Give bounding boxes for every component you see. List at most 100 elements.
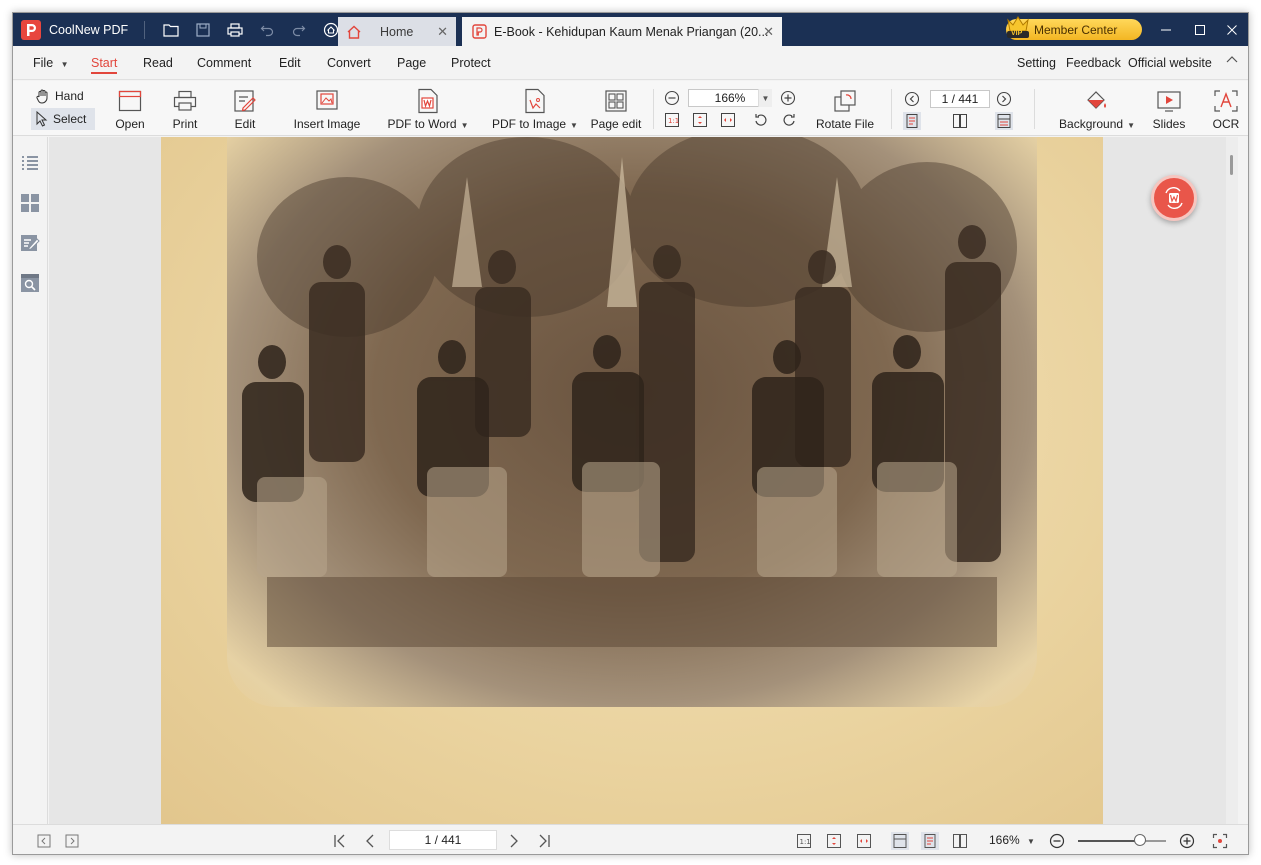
- outline-list-icon[interactable]: [20, 153, 40, 173]
- actual-size-icon[interactable]: 1:1: [663, 111, 681, 129]
- fit-width-icon[interactable]: [719, 111, 737, 129]
- tab-home-close-icon[interactable]: ✕: [437, 24, 448, 40]
- collapse-ribbon-icon[interactable]: [1226, 54, 1238, 68]
- menu-comment[interactable]: Comment: [197, 56, 251, 70]
- next-page-status-icon[interactable]: [505, 832, 523, 850]
- two-page-view-icon[interactable]: [951, 112, 969, 130]
- hand-label: Hand: [55, 89, 84, 103]
- vertical-scrollbar[interactable]: [1226, 137, 1238, 824]
- fit-width-status-icon[interactable]: [855, 832, 873, 850]
- page-edit-label: Page edit: [590, 117, 642, 131]
- tab-document-close-icon[interactable]: ✕: [763, 24, 774, 40]
- rotate-left-icon[interactable]: [752, 111, 770, 129]
- zoom-dropdown-icon[interactable]: ▼: [758, 89, 772, 107]
- select-tool-button[interactable]: Select: [31, 108, 95, 130]
- redo-icon[interactable]: [283, 13, 315, 46]
- thumbnails-icon[interactable]: [20, 193, 40, 213]
- status-zoom-out-icon[interactable]: [1048, 832, 1066, 850]
- menu-protect[interactable]: Protect: [451, 56, 491, 70]
- member-center-button[interactable]: VIP Member Center: [1006, 16, 1142, 40]
- select-label: Select: [53, 112, 87, 126]
- app-window: CoolNew PDF Home ✕ E-Book - Kehidupan Ka…: [12, 12, 1249, 855]
- menu-read[interactable]: Read: [143, 56, 173, 70]
- title-separator: [144, 20, 146, 39]
- ribbon-separator: [1034, 89, 1035, 129]
- fit-page-icon[interactable]: [691, 111, 709, 129]
- fullscreen-icon[interactable]: [1211, 832, 1229, 850]
- svg-text:1:1: 1:1: [800, 838, 811, 846]
- menu-convert[interactable]: Convert: [327, 56, 371, 70]
- status-page-input[interactable]: 1 / 441: [389, 830, 497, 850]
- ocr-button[interactable]: OCR: [1211, 81, 1241, 136]
- menu-start[interactable]: Start: [91, 56, 118, 74]
- single-page-status-icon[interactable]: [921, 832, 939, 850]
- ribbon-separator: [653, 89, 654, 129]
- expand-right-icon[interactable]: [63, 832, 81, 850]
- vip-crown-icon: VIP: [1004, 14, 1032, 40]
- chevron-down-icon: ▼: [460, 121, 469, 130]
- open-folder-icon[interactable]: [155, 13, 187, 46]
- status-zoom-in-icon[interactable]: [1178, 832, 1196, 850]
- menu-file[interactable]: File ▼: [33, 56, 69, 70]
- collapse-left-icon[interactable]: [35, 832, 53, 850]
- single-page-view-icon[interactable]: [903, 112, 921, 130]
- ribbon-separator: [891, 89, 892, 129]
- two-page-status-icon[interactable]: [951, 832, 969, 850]
- rotate-right-icon[interactable]: [780, 111, 798, 129]
- print-quick-icon[interactable]: [219, 13, 251, 46]
- chevron-down-icon: ▼: [570, 121, 578, 130]
- member-center-label: Member Center: [1034, 22, 1118, 37]
- maximize-icon[interactable]: [1182, 13, 1218, 46]
- pdf-to-word-button[interactable]: PDF to Word ▼: [385, 81, 471, 136]
- zoom-in-icon[interactable]: [779, 89, 797, 107]
- undo-icon[interactable]: [251, 13, 283, 46]
- tab-home[interactable]: Home ✕: [338, 17, 456, 46]
- menu-page[interactable]: Page: [397, 56, 426, 70]
- fit-page-status-icon[interactable]: [825, 832, 843, 850]
- search-panel-icon[interactable]: [20, 273, 40, 293]
- hand-icon: [35, 88, 51, 104]
- close-window-icon[interactable]: [1214, 13, 1248, 46]
- hand-tool-button[interactable]: Hand: [31, 85, 95, 107]
- paint-bucket-icon: [1084, 87, 1110, 115]
- open-button[interactable]: Open: [115, 81, 145, 136]
- open-label: Open: [115, 117, 145, 131]
- print-button[interactable]: Print: [170, 81, 200, 136]
- actual-size-status-icon[interactable]: 1:1: [795, 832, 813, 850]
- rotate-file-icon: [832, 87, 858, 115]
- continuous-view-status-icon[interactable]: [891, 832, 909, 850]
- annotations-icon[interactable]: [20, 233, 40, 253]
- zoom-slider-knob[interactable]: [1133, 834, 1146, 846]
- menu-setting[interactable]: Setting: [1017, 56, 1056, 70]
- document-view[interactable]: [49, 137, 1238, 824]
- first-page-icon[interactable]: [331, 832, 349, 850]
- previous-page-icon[interactable]: [903, 90, 921, 108]
- zoom-slider[interactable]: [1078, 834, 1166, 846]
- page-number-input[interactable]: 1 / 441: [930, 90, 990, 108]
- tab-document-title: E-Book - Kehidupan Kaum Menak Priangan (…: [494, 24, 769, 39]
- next-page-icon[interactable]: [995, 90, 1013, 108]
- prev-page-icon[interactable]: [361, 832, 379, 850]
- continuous-view-icon[interactable]: [995, 112, 1013, 130]
- rotate-file-button[interactable]: Rotate File: [813, 81, 877, 136]
- last-page-icon[interactable]: [535, 832, 553, 850]
- pdf-to-image-button[interactable]: PDF to Image ▼: [490, 81, 580, 136]
- scrollbar-thumb[interactable]: [1230, 155, 1233, 175]
- tab-document[interactable]: E-Book - Kehidupan Kaum Menak Priangan (…: [462, 17, 782, 46]
- zoom-out-icon[interactable]: [663, 89, 681, 107]
- pdf-to-image-label: PDF to Image ▼: [492, 117, 578, 131]
- background-button[interactable]: Background ▼: [1057, 81, 1137, 136]
- pdf-page[interactable]: [161, 137, 1103, 824]
- edit-button[interactable]: Edit: [230, 81, 260, 136]
- menu-edit[interactable]: Edit: [279, 56, 301, 70]
- menu-feedback[interactable]: Feedback: [1066, 56, 1121, 70]
- menu-official-website[interactable]: Official website: [1128, 56, 1212, 70]
- minimize-icon[interactable]: [1148, 13, 1184, 46]
- insert-image-button[interactable]: Insert Image: [293, 81, 361, 136]
- save-icon[interactable]: [187, 13, 219, 46]
- print-label: Print: [172, 117, 198, 131]
- convert-to-word-float-button[interactable]: [1151, 175, 1197, 221]
- status-zoom-select[interactable]: 166% ▼: [989, 833, 1035, 847]
- page-edit-button[interactable]: Page edit: [588, 81, 644, 136]
- slides-button[interactable]: Slides: [1152, 81, 1186, 136]
